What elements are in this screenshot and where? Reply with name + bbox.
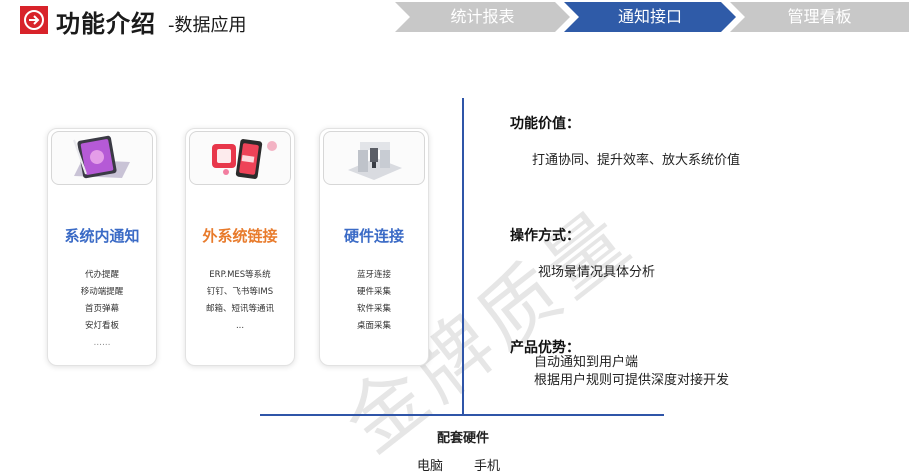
tab-notification-interface[interactable]: 通知接口 — [564, 2, 736, 32]
vertical-divider — [462, 98, 464, 416]
hardware-heading: 配套硬件 — [437, 431, 490, 446]
value-text: 打通协同、提升效率、放大系统价值 — [532, 153, 741, 168]
card-lines: 蓝牙连接 硬件采集 软件采集 桌面采集 — [320, 267, 428, 335]
card-external-link: 外系统链接 ERP.MES等系统 钉钉、飞书等IMS 邮箱、短讯等通讯 ... — [185, 128, 295, 366]
method-text: 视场景情况具体分析 — [538, 265, 656, 280]
card-line: 首页弹幕 — [84, 304, 119, 314]
tab-label: 通知接口 — [617, 7, 682, 26]
card-line: 钉钉、飞书等IMS — [206, 287, 274, 297]
card-system-notification: 系统内通知 代办提醒 移动端提醒 首页弹幕 安灯看板 …… — [47, 128, 157, 366]
phone-app-icon — [189, 131, 291, 185]
card-lines: 代办提醒 移动端提醒 首页弹幕 安灯看板 …… — [48, 267, 156, 352]
advantage-line: 自动通知到用户端 — [534, 355, 639, 370]
page-subtitle: -数据应用 — [168, 15, 247, 36]
card-lines: ERP.MES等系统 钉钉、飞书等IMS 邮箱、短讯等通讯 ... — [186, 267, 294, 335]
hardware-machine-icon — [323, 131, 425, 185]
tab-label: 管理看板 — [787, 7, 852, 26]
value-heading: 功能价值： — [510, 116, 580, 132]
card-hardware-connection: 硬件连接 蓝牙连接 硬件采集 软件采集 桌面采集 — [319, 128, 429, 366]
card-line: ERP.MES等系统 — [209, 270, 271, 280]
card-line: …… — [93, 338, 111, 348]
horizontal-divider — [260, 414, 664, 416]
card-line: 蓝牙连接 — [356, 270, 391, 280]
hardware-item-computer: 电脑 — [417, 459, 444, 474]
card-title: 硬件连接 — [343, 227, 404, 245]
card-line: 软件采集 — [356, 304, 391, 314]
tab-label: 统计报表 — [450, 7, 515, 26]
card-line: 安灯看板 — [84, 321, 119, 331]
tab-statistics-report[interactable]: 统计报表 — [395, 2, 570, 32]
card-line: 硬件采集 — [356, 287, 391, 297]
card-line: 移动端提醒 — [80, 287, 124, 297]
circle-arrow-right-icon — [20, 6, 48, 34]
method-heading: 操作方式： — [510, 228, 580, 244]
card-line: ... — [235, 321, 245, 331]
page-title: 功能介绍 — [56, 10, 156, 38]
card-line: 邮箱、短讯等通讯 — [205, 304, 274, 314]
tablet-icon — [51, 131, 153, 185]
tab-management-dashboard[interactable]: 管理看板 — [730, 2, 909, 32]
advantage-line: 根据用户规则可提供深度对接开发 — [534, 373, 730, 388]
card-title: 外系统链接 — [202, 227, 278, 245]
card-line: 桌面采集 — [356, 321, 391, 331]
card-title: 系统内通知 — [64, 227, 140, 245]
card-line: 代办提醒 — [84, 270, 119, 280]
hardware-item-phone: 手机 — [474, 459, 501, 474]
